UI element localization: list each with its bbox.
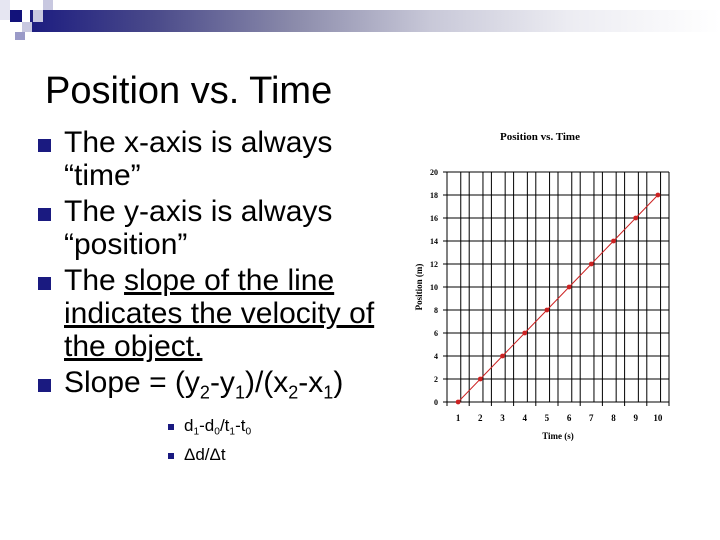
y-tick-label: 4 (434, 352, 438, 361)
header-gradient-bar (30, 10, 720, 32)
data-point (588, 261, 594, 267)
position-time-chart: Position vs. Time 0 2 4 6 8 10 12 14 16 18 20 1234… (400, 125, 690, 445)
square-bullet-icon (38, 277, 51, 290)
y-tick-label: 8 (434, 306, 438, 315)
decor-square (15, 32, 25, 40)
x-tick-label: 9 (633, 413, 638, 423)
data-point (655, 192, 661, 198)
bullet-item: The x-axis is always “time” (30, 126, 390, 192)
x-tick-label: 4 (522, 413, 527, 423)
data-point (455, 399, 461, 405)
decor-square (33, 10, 43, 22)
decor-square (22, 22, 32, 32)
chart-title: Position vs. Time (500, 131, 580, 143)
data-point (500, 353, 505, 359)
y-tick-label: 6 (434, 329, 438, 338)
bullet-item: Slope = (y2-y1)/(x2-x1) (30, 366, 390, 409)
data-point (611, 238, 616, 244)
y-tick-label: 2 (434, 375, 438, 384)
x-tick-label: 5 (545, 413, 550, 423)
x-tick-label: 6 (567, 413, 572, 423)
data-point (477, 376, 483, 382)
bullet-list: The x-axis is always “time” The y-axis i… (30, 126, 390, 466)
x-tick-label: 10 (653, 413, 663, 423)
chart-svg: Position vs. Time 02468101214161820 1234… (414, 131, 670, 441)
data-point (522, 330, 528, 336)
sub-bullet-item: d1-d0/t1-t0 (166, 415, 390, 444)
y-tick-label: 18 (430, 191, 438, 200)
y-tick-label: 20 (430, 168, 438, 177)
x-tick-label: 1 (456, 413, 461, 423)
x-axis-label: Time (s) (542, 431, 574, 441)
square-bullet-icon (168, 424, 174, 431)
decor-square (0, 0, 10, 20)
bullet-item: The slope of the line indicates the velo… (30, 264, 390, 363)
square-bullet-icon (38, 379, 51, 392)
square-bullet-icon (38, 139, 51, 152)
square-bullet-icon (168, 452, 174, 459)
y-tick-label: 10 (430, 283, 438, 292)
x-tick-label: 2 (478, 413, 483, 423)
data-point (566, 284, 572, 290)
y-tick-label: 14 (430, 237, 438, 246)
data-point (633, 215, 639, 221)
decor-square (43, 0, 53, 10)
x-tick-label: 7 (589, 413, 594, 423)
y-tick-label: 12 (430, 260, 438, 269)
y-tick-label: 16 (430, 214, 438, 223)
y-tick-label: 0 (434, 398, 438, 407)
decor-square (10, 10, 22, 22)
y-axis-label: Position (m) (414, 264, 424, 311)
bullet-item: The y-axis is always “position” (30, 195, 390, 261)
slide-title: Position vs. Time (45, 70, 333, 112)
sub-bullet-item: Δd/Δt (166, 444, 390, 466)
data-point (544, 307, 550, 313)
square-bullet-icon (38, 208, 51, 221)
x-tick-label: 8 (611, 413, 616, 423)
x-tick-label: 3 (500, 413, 505, 423)
